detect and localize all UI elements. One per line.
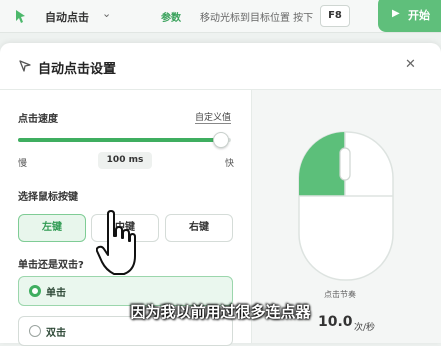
start-button-label: 开始	[408, 9, 430, 22]
double-click-label: 双击	[46, 328, 66, 339]
right-button-option[interactable]: 右键	[165, 214, 233, 242]
hotkey-hint: 移动光标到目标位置 按下	[200, 13, 314, 24]
close-icon[interactable]: ✕	[405, 57, 416, 72]
param-label: 参数	[161, 13, 181, 24]
auto-click-icon	[16, 10, 25, 23]
hand-cursor-icon	[96, 210, 136, 275]
dialog-header: 自动点击设置 ✕	[0, 43, 441, 90]
dialog-title: 自动点击设置	[38, 62, 117, 77]
speed-slider-fill	[18, 138, 221, 142]
hotkey-badge[interactable]: F8	[320, 5, 350, 27]
single-click-label: 单击	[46, 288, 66, 299]
cursor-icon	[19, 60, 31, 72]
left-button-option[interactable]: 左键	[18, 214, 86, 242]
speed-slider[interactable]	[18, 132, 231, 148]
speed-value: 100 ms	[98, 152, 152, 169]
auto-click-settings-dialog: 自动点击设置 ✕ 点击速度 自定义值 慢 100 ms 快 选择鼠标按键 左键 …	[0, 43, 441, 346]
start-button[interactable]: ▶ 开始	[378, 0, 441, 32]
rate-label: 点击节奏	[324, 290, 356, 299]
mouse-preview-icon	[298, 131, 394, 281]
custom-value-link[interactable]: 自定义值	[195, 110, 232, 124]
subtitle-caption: 因为我以前用过很多连点器	[130, 303, 311, 321]
slow-label: 慢	[18, 159, 28, 169]
play-icon: ▶	[392, 8, 400, 19]
fast-label: 快	[225, 159, 235, 169]
speed-label: 点击速度	[18, 114, 58, 125]
mouse-button-label: 选择鼠标按键	[18, 192, 78, 203]
speed-slider-handle[interactable]	[213, 132, 230, 148]
radio-unselected	[29, 325, 41, 337]
radio-selected	[29, 285, 41, 297]
top-toolbar: 自动点击 ⌄ 参数 移动光标到目标位置 按下 F8 ▶ 开始	[0, 0, 441, 33]
click-type-label: 单击还是双击?	[18, 260, 84, 271]
chevron-down-icon[interactable]: ⌄	[102, 7, 111, 20]
mode-select[interactable]: 自动点击	[45, 9, 89, 25]
